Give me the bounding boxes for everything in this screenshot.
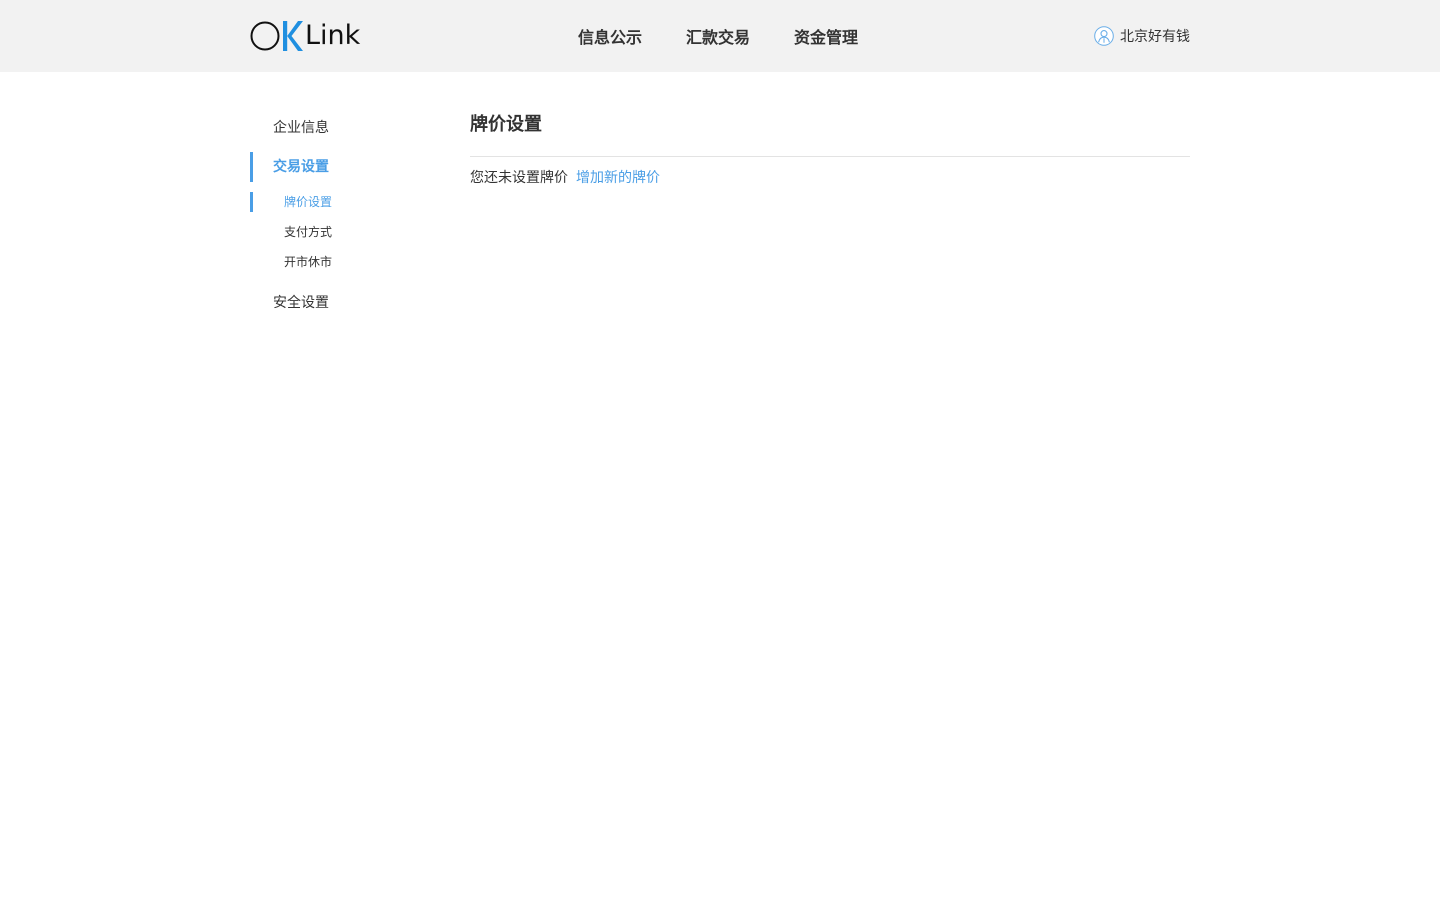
user-avatar-icon [1094, 26, 1114, 46]
page-title: 牌价设置 [470, 114, 542, 135]
logo-text: Link [305, 20, 361, 51]
oklink-logo[interactable]: Link [250, 18, 360, 54]
top-header: Link 信息公示 汇款交易 资金管理 北京好有钱 [0, 0, 1440, 72]
empty-state: 您还未设置牌价 增加新的牌价 [470, 167, 1190, 189]
oklink-logo-ok-mark [250, 21, 303, 51]
sidebar-subitem-price-settings[interactable]: 牌价设置 [250, 187, 430, 217]
user-name: 北京好有钱 [1120, 29, 1190, 45]
sidebar-subitem-market-hours[interactable]: 开市休市 [250, 247, 430, 277]
title-divider [470, 156, 1190, 157]
sidebar-item-security-settings[interactable]: 安全设置 [250, 287, 430, 319]
nav-info-disclosure[interactable]: 信息公示 [578, 24, 642, 48]
sidebar-subitem-payment-methods[interactable]: 支付方式 [250, 217, 430, 247]
sidebar-item-company-info[interactable]: 企业信息 [250, 112, 430, 144]
nav-fund-management[interactable]: 资金管理 [794, 24, 858, 48]
sidebar-menu: 企业信息 交易设置 牌价设置 支付方式 开市休市 安全设置 [250, 112, 430, 319]
add-new-price-link[interactable]: 增加新的牌价 [576, 170, 660, 186]
main-nav: 信息公示 汇款交易 资金管理 [578, 0, 858, 72]
main-content: 牌价设置 您还未设置牌价 增加新的牌价 [470, 108, 1190, 189]
nav-remittance-trading[interactable]: 汇款交易 [686, 24, 750, 48]
empty-state-text: 您还未设置牌价 [470, 170, 568, 186]
user-menu[interactable]: 北京好有钱 [1094, 0, 1190, 72]
sidebar-item-trade-settings[interactable]: 交易设置 [250, 152, 430, 182]
